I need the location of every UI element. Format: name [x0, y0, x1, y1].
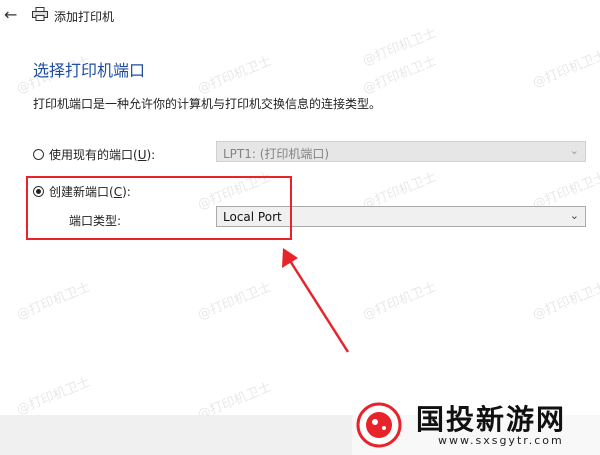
- logo-text: 国投新游网: [416, 403, 567, 436]
- logo-emblem-icon: [356, 402, 402, 448]
- site-logo: 国投新游网 www.sxsgytr.com: [352, 394, 600, 455]
- logo-url: www.sxsgytr.com: [438, 434, 564, 447]
- annotation-arrow: [282, 248, 350, 353]
